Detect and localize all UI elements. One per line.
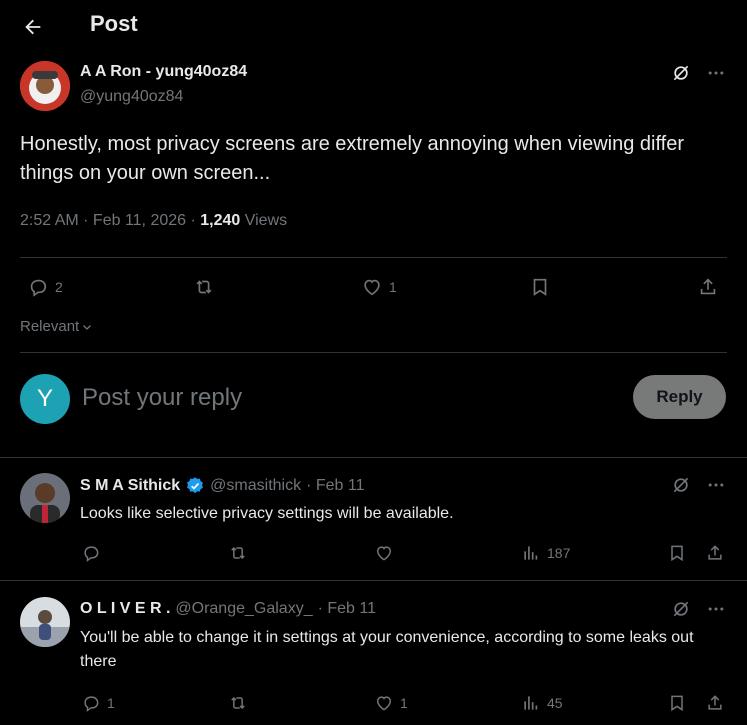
reply-text: Looks like selective privacy settings wi…	[80, 505, 454, 522]
divider	[20, 257, 727, 258]
chevron-down-icon	[83, 324, 92, 330]
share-action[interactable]	[705, 693, 725, 713]
like-action[interactable]: 1	[361, 276, 397, 298]
more-options-button[interactable]	[706, 599, 726, 619]
heart-icon	[364, 279, 380, 296]
reply-text: You'll be able to change it in settings …	[80, 629, 694, 670]
reply-icon	[84, 696, 99, 712]
reply-header: S M A Sithick @smasithick · Feb 11	[80, 476, 365, 496]
post-text: Honestly, most privacy screens are extre…	[20, 133, 685, 184]
reply-author-name[interactable]: S M A Sithick	[80, 477, 180, 495]
reply-action[interactable]: 2	[27, 276, 63, 298]
page-title: Post	[90, 11, 138, 36]
reply-input[interactable]	[82, 381, 502, 415]
divider	[20, 352, 727, 353]
reply-action[interactable]: 1	[81, 693, 115, 713]
views-count: 1,240	[200, 212, 241, 229]
reply-count: 2	[55, 279, 63, 295]
reply-avatar[interactable]	[20, 473, 70, 523]
reply-author-name[interactable]: O L I V E R .	[80, 600, 170, 618]
reply-date[interactable]: · Feb 11	[318, 600, 376, 618]
divider	[0, 580, 747, 581]
grok-button[interactable]	[671, 63, 691, 83]
bookmark-action[interactable]	[667, 543, 687, 563]
grok-icon	[673, 601, 689, 617]
reply-avatar[interactable]	[20, 597, 70, 647]
bookmark-icon	[671, 545, 683, 562]
divider	[0, 457, 747, 458]
reply-icon	[84, 546, 99, 562]
grok-button[interactable]	[671, 475, 691, 495]
like-action[interactable]	[374, 543, 400, 563]
post-meta: 2:52 AM · Feb 11, 2026 · 1,240 Views	[20, 212, 287, 230]
author-handle[interactable]: @yung40oz84	[80, 88, 183, 106]
back-button[interactable]	[14, 8, 52, 46]
like-action[interactable]: 1	[374, 693, 408, 713]
reply-header: O L I V E R . @Orange_Galaxy_ · Feb 11	[80, 600, 376, 618]
repost-icon	[196, 280, 212, 294]
author-avatar[interactable]	[20, 61, 70, 111]
sort-label: Relevant	[20, 318, 80, 335]
author-name[interactable]: A A Ron - yung40oz84	[80, 63, 247, 81]
analytics-icon	[524, 696, 538, 710]
reply-date[interactable]: · Feb 11	[306, 477, 364, 495]
more-horizontal-icon	[708, 483, 724, 487]
more-horizontal-icon	[708, 607, 724, 611]
share-icon	[708, 695, 722, 710]
share-icon	[700, 278, 716, 295]
reply-count: 1	[107, 695, 115, 711]
current-user-avatar[interactable]: Y	[20, 374, 70, 424]
post-timestamp[interactable]: 2:52 AM · Feb 11, 2026 ·	[20, 212, 200, 229]
share-action[interactable]	[697, 276, 719, 298]
views-count: 187	[547, 545, 571, 561]
share-icon	[708, 545, 722, 560]
repost-action[interactable]	[228, 543, 254, 563]
verified-badge-icon	[187, 477, 204, 494]
repost-icon	[231, 696, 245, 710]
grok-button[interactable]	[671, 599, 691, 619]
bookmark-icon	[533, 278, 547, 296]
grok-icon	[673, 65, 689, 81]
repost-action[interactable]	[228, 693, 254, 713]
like-count: 1	[400, 695, 408, 711]
bookmark-action[interactable]	[667, 693, 687, 713]
repost-icon	[231, 546, 245, 560]
grok-icon	[673, 477, 689, 493]
heart-icon	[376, 546, 392, 561]
more-options-button[interactable]	[706, 475, 726, 495]
heart-icon	[376, 696, 392, 711]
sort-dropdown[interactable]: Relevant	[20, 318, 93, 335]
share-action[interactable]	[705, 543, 725, 563]
views-label: Views	[240, 212, 288, 229]
views-action[interactable]: 45	[521, 693, 563, 713]
reply-author-handle[interactable]: @Orange_Galaxy_	[175, 600, 312, 618]
analytics-icon	[524, 546, 538, 560]
more-horizontal-icon	[708, 71, 724, 75]
repost-action[interactable]	[193, 276, 221, 298]
arrow-left-icon	[25, 19, 41, 35]
like-count: 1	[389, 279, 397, 295]
bookmark-icon	[671, 695, 683, 712]
bookmark-action[interactable]	[529, 276, 551, 298]
reply-action[interactable]	[81, 543, 107, 563]
reply-button[interactable]: Reply	[633, 375, 726, 419]
reply-author-handle[interactable]: @smasithick	[210, 477, 301, 495]
views-count: 45	[547, 695, 563, 711]
more-options-button[interactable]	[706, 63, 726, 83]
reply-icon	[30, 279, 47, 297]
views-action[interactable]: 187	[521, 543, 570, 563]
